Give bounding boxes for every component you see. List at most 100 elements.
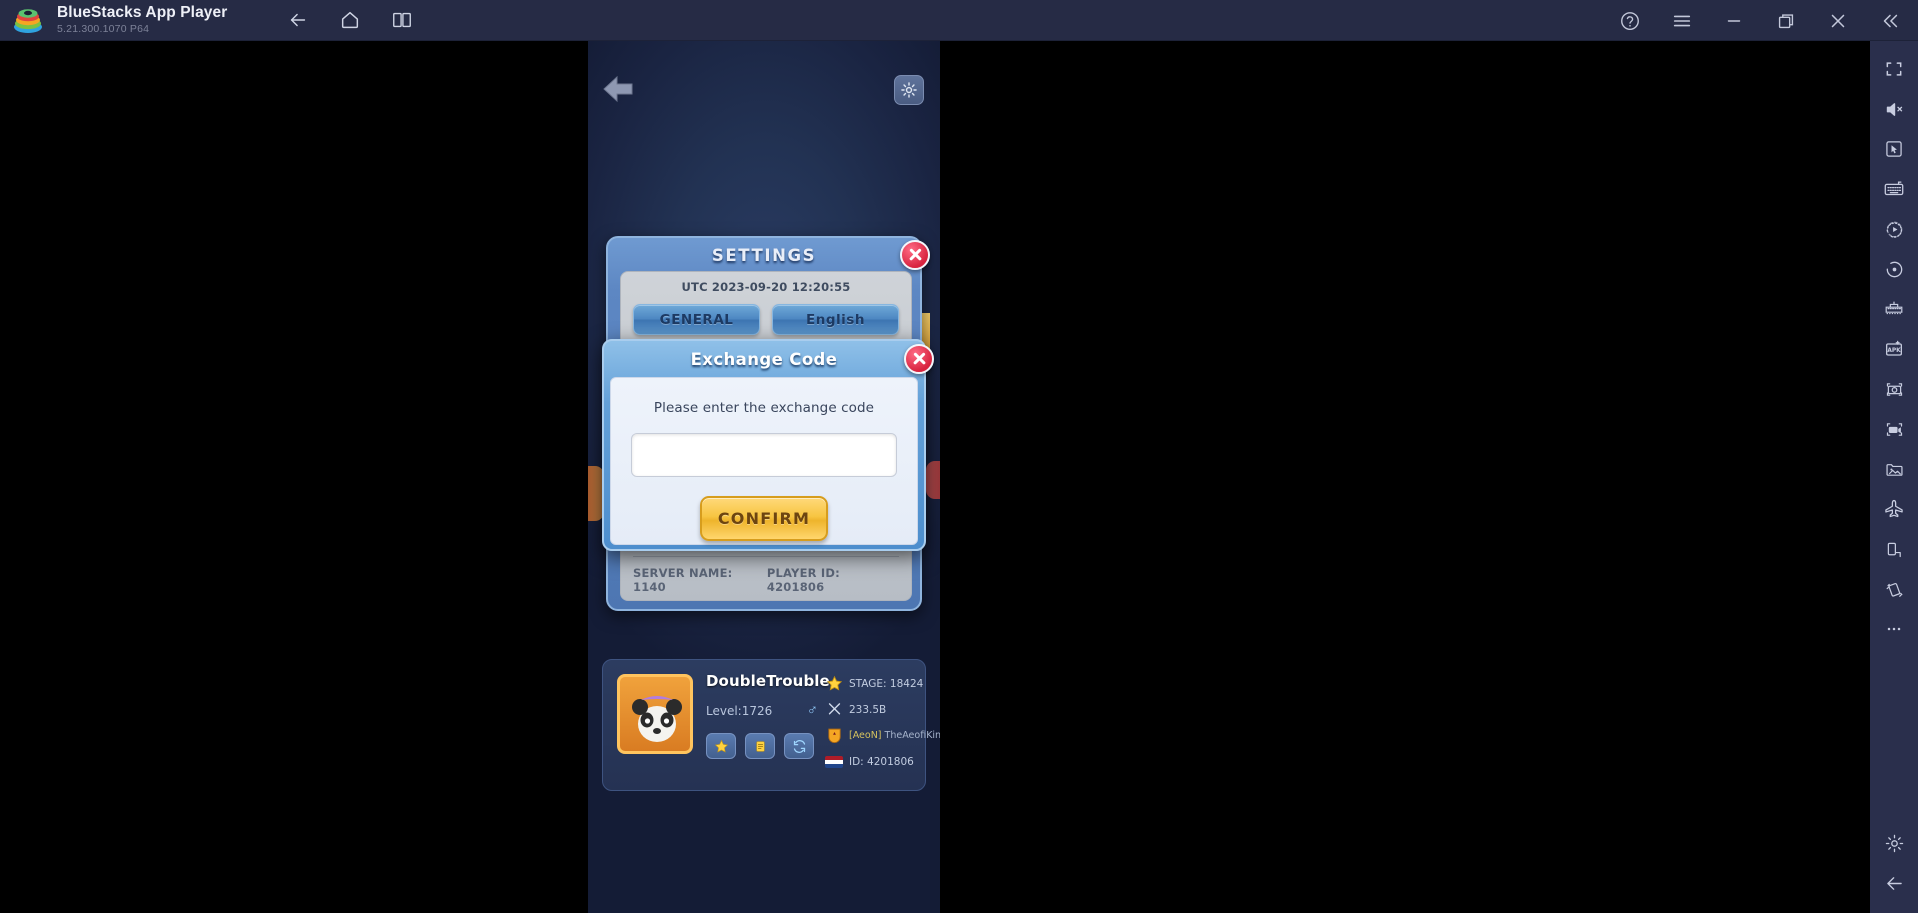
sidebar-item-screenshot[interactable] [1874,369,1914,409]
server-name-label: SERVER NAME: 1140 [633,566,733,594]
profile-main: DoubleTrouble Level:1726 ♂ [706,672,830,759]
player-profile-card: DoubleTrouble Level:1726 ♂ STAGE: 18424 … [602,659,940,791]
help-button[interactable] [1610,3,1650,39]
sidebar-item-keyboard[interactable] [1874,169,1914,209]
titlebar-nav [279,3,421,37]
fullscreen-icon [1886,62,1902,76]
shake-icon [1886,582,1902,597]
swords-icon [825,701,843,719]
sidebar-item-rotate-screen[interactable] [1874,529,1914,569]
profile-stats: STAGE: 18424 233.5B [AeoN] TheAeofiKin I… [825,674,940,778]
confirm-button[interactable]: CONFIRM [700,496,828,541]
sidebar-item-shake[interactable] [1874,569,1914,609]
exchange-code-close-button[interactable] [904,344,934,374]
exchange-code-input[interactable] [631,433,897,477]
settings-close-button[interactable] [900,240,930,270]
exchange-code-title: Exchange Code [690,350,838,369]
settings-title: SETTINGS [711,246,817,265]
sidebar-item-video-record[interactable] [1874,409,1914,449]
avatar[interactable] [617,674,693,754]
pointer-in-box-icon [1886,141,1902,157]
profile-action-buttons [706,733,818,759]
game-settings-gear-button[interactable] [894,75,924,105]
guild-name: TheAeofiKings [884,730,940,741]
sidebar-item-more-options[interactable] [1874,609,1914,649]
flag-nl-icon [825,753,843,771]
sidebar-item-record[interactable] [1874,249,1914,289]
star-icon [825,675,843,693]
settings-footer: SERVER NAME: 1140 PLAYER ID: 4201806 [633,556,899,594]
stat-row-power: 233.5B [825,700,940,719]
bluestacks-sidebar: APK [1870,41,1918,913]
minimize-button[interactable] [1714,3,1754,39]
gear-icon [1885,834,1903,852]
sidebar-item-fullscreen[interactable] [1874,49,1914,89]
sidebar-item-eco-mode[interactable] [1874,489,1914,529]
male-symbol-icon: ♂ [806,702,818,719]
video-camera-icon [1886,422,1902,436]
stat-row-guild: [AeoN] TheAeofiKings [825,726,940,745]
collapse-sidebar-button[interactable] [1870,3,1910,39]
record-dot-icon [1886,261,1902,277]
profile-name-row: DoubleTrouble [706,672,830,690]
stat-stage-text: STAGE: 18424 [849,677,924,690]
bluestacks-logo-icon [12,5,44,35]
settings-button-general[interactable]: GENERAL [633,304,760,335]
profile-refresh-button[interactable] [784,733,814,759]
svg-text:APK: APK [1887,348,1901,354]
back-button[interactable] [279,3,317,37]
star-icon [714,739,728,753]
menu-button[interactable] [1662,3,1702,39]
stat-guild-text: [AeoN] TheAeofiKings [849,730,940,741]
guild-crest-icon [825,727,843,745]
titlebar: BlueStacks App Player 5.21.300.1070 P64 [0,0,1918,41]
game-back-button[interactable] [600,74,636,104]
stat-id-text: ID: 4201806 [849,755,914,768]
app-title: BlueStacks App Player [57,3,228,21]
ellipsis-icon [1887,627,1901,631]
sidebar-item-game-guide[interactable] [1874,289,1914,329]
sidebar-item-game-controls[interactable] [1874,129,1914,169]
profile-star-button[interactable] [706,733,736,759]
game-controls-icon [1885,301,1903,315]
profile-name: DoubleTrouble [706,672,830,690]
sidebar-item-settings[interactable] [1874,823,1914,863]
speaker-mute-icon [1886,102,1902,116]
airplane-icon [1885,499,1903,518]
profile-level-row: Level:1726 ♂ [706,702,818,719]
sidebar-item-install-apk[interactable]: APK [1874,329,1914,369]
sidebar-item-media-manager[interactable] [1874,449,1914,489]
clipboard-icon [755,740,765,752]
multi-instance-button[interactable] [383,3,421,37]
sidebar-item-macro-recorder[interactable] [1874,209,1914,249]
profile-level: Level:1726 [706,703,773,718]
apk-icon: APK [1886,340,1902,356]
home-button[interactable] [331,3,369,37]
play-circle-icon [1886,221,1902,238]
app-version: 5.21.300.1070 P64 [57,22,150,35]
sidebar-item-back[interactable] [1874,863,1914,903]
camera-icon [1886,382,1902,396]
game-viewport: SETTINGS UTC 2023-09-20 12:20:55 GENERAL… [588,41,940,913]
panda-avatar-icon [632,696,682,742]
exchange-code-body: Please enter the exchange code CONFIRM [610,377,918,545]
arrow-left-icon [1886,876,1902,890]
profile-notes-button[interactable] [745,733,775,759]
stat-power-text: 233.5B [849,703,887,716]
exchange-code-dialog: Exchange Code Please enter the exchange … [602,339,934,551]
utc-time-label: UTC 2023-09-20 12:20:55 [681,280,851,294]
media-folder-icon [1885,463,1903,476]
maximize-button[interactable] [1766,3,1806,39]
stat-row-id: ID: 4201806 [825,752,940,771]
rotate-device-icon [1887,542,1901,557]
keyboard-icon [1884,181,1904,196]
settings-button-language[interactable]: English [772,304,899,335]
close-button[interactable] [1818,3,1858,39]
guild-tag: [AeoN] [849,730,882,741]
stat-row-stage: STAGE: 18424 [825,674,940,693]
exchange-code-prompt: Please enter the exchange code [653,400,875,416]
player-id-label: PLAYER ID: 4201806 [766,566,840,594]
refresh-icon [793,739,805,753]
window-controls [1610,0,1910,41]
sidebar-item-mute[interactable] [1874,89,1914,129]
